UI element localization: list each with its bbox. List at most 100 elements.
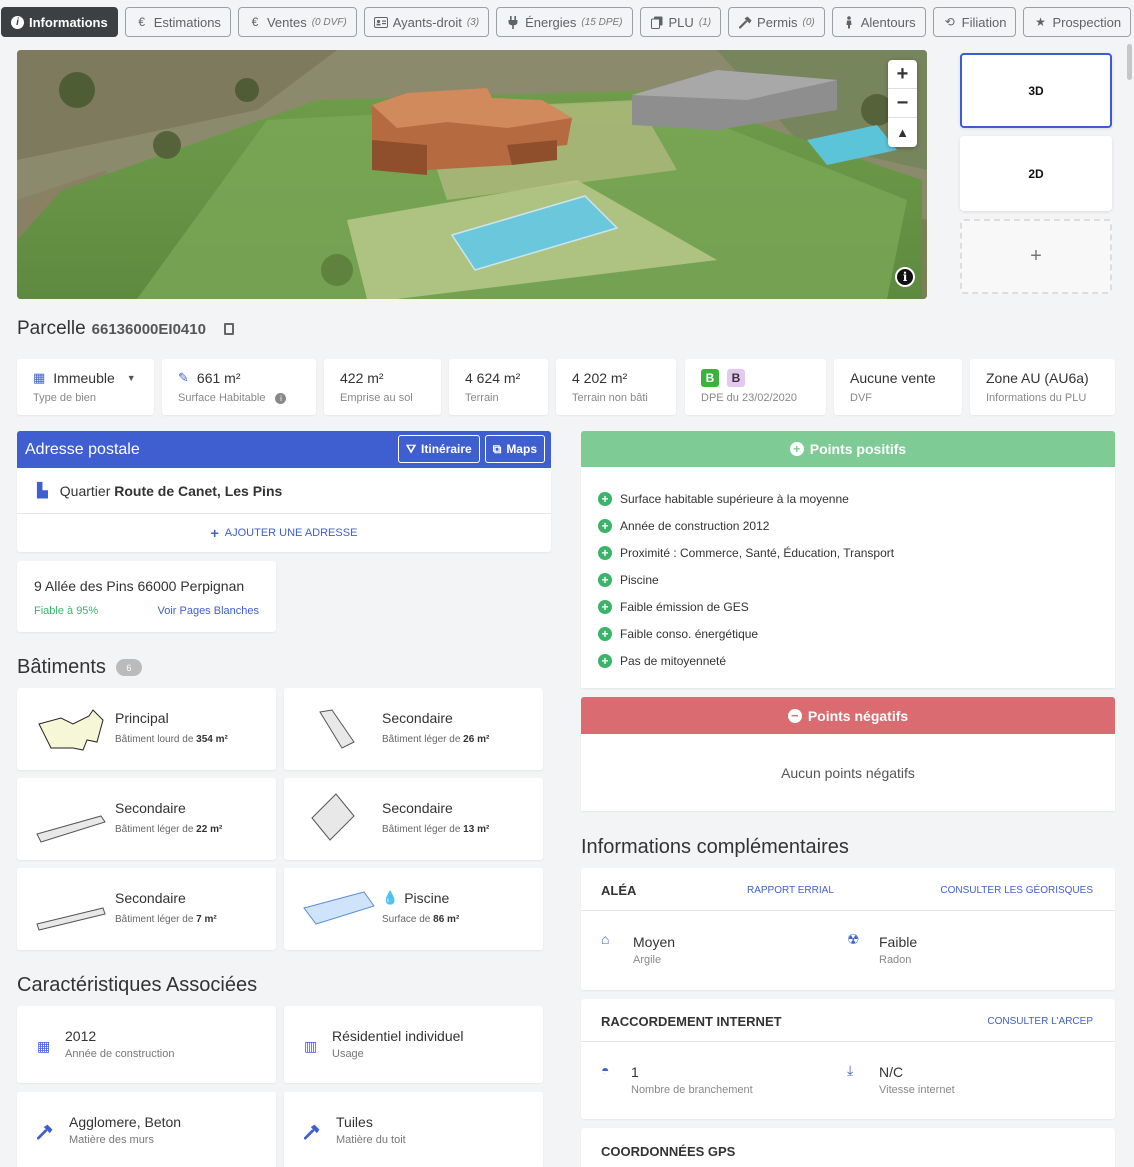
carac-usage: ▥ Résidentiel individuel Usage	[284, 1006, 543, 1083]
batiment-card-secondaire-3[interactable]: Secondaire Bâtiment léger de 13 m²	[284, 778, 543, 860]
points-negatifs-header: − Points négatifs	[581, 697, 1115, 734]
batiment-card-secondaire-1[interactable]: Secondaire Bâtiment léger de 26 m²	[284, 688, 543, 770]
ges-badge: B	[727, 369, 745, 387]
star-icon: ★	[1035, 15, 1046, 29]
zoom-out-button[interactable]: −	[888, 89, 917, 118]
arcep-link[interactable]: CONSULTER L'ARCEP	[987, 1016, 1093, 1027]
carac-toit: Tuiles Matière du toit	[284, 1092, 543, 1167]
zoom-in-button[interactable]: +	[888, 60, 917, 89]
house-icon: ⌂	[601, 931, 610, 947]
map-info-icon[interactable]: i	[895, 267, 915, 287]
list-item: + Pas de mitoyenneté	[581, 647, 1115, 674]
view-2d-button[interactable]: 2D	[960, 136, 1112, 211]
tab-permis[interactable]: Permis (0)	[728, 7, 825, 37]
view-3d-button[interactable]: 3D	[960, 53, 1112, 128]
download-icon: ⤓	[847, 1062, 854, 1078]
stat-type-de-bien[interactable]: ▦ Immeuble ▼ Type de bien	[17, 359, 154, 415]
caret-down-icon: ▼	[126, 373, 136, 383]
rapport-errial-link[interactable]: RAPPORT ERRIAL	[747, 885, 834, 896]
map-3d-view[interactable]: + − ▲ i	[17, 50, 927, 299]
tab-energies[interactable]: Énergies (15 DPE)	[496, 7, 633, 37]
parcelle-id: 66136000EI0410	[91, 321, 206, 338]
stat-terrain: 4 624 m² Terrain	[449, 359, 548, 415]
tab-ayants-droit[interactable]: Ayants-droit (3)	[363, 7, 490, 37]
pages-blanches-link[interactable]: Voir Pages Blanches	[157, 605, 259, 617]
euro-icon: €	[138, 15, 146, 29]
internet-card: RACCORDEMENT INTERNET CONSULTER L'ARCEP …	[581, 999, 1115, 1119]
batiment-card-secondaire-4[interactable]: Secondaire Bâtiment léger de 7 m²	[17, 868, 276, 950]
building-icon: ▦	[33, 370, 46, 385]
building-footprint-icon	[311, 793, 355, 841]
add-view-button[interactable]: +	[960, 219, 1112, 294]
batiment-card-piscine[interactable]: 💧 Piscine Surface de 86 m²	[284, 868, 543, 950]
carac-annee: ▦ 2012 Année de construction	[17, 1006, 276, 1083]
stat-dvf: Aucune vente DVF	[834, 359, 962, 415]
list-item: + Faible conso. énergétique	[581, 620, 1115, 647]
building-footprint-icon	[36, 815, 106, 843]
history-icon: ⟲	[944, 15, 955, 29]
minus-circle-icon: −	[787, 708, 802, 723]
scrollbar-thumb[interactable]	[1127, 44, 1132, 80]
copy-icon	[650, 16, 664, 29]
tab-bar: i Informations € Estimations € Ventes (0 DVF…	[1, 7, 1132, 37]
id-card-icon	[373, 16, 388, 28]
compass-button[interactable]: ▲	[888, 118, 917, 147]
tab-plu[interactable]: PLU (1)	[639, 7, 722, 37]
plus-circle-icon: +	[598, 545, 612, 560]
parcelle-label: Parcelle	[17, 318, 86, 339]
alea-card: ALÉA RAPPORT ERRIAL CONSULTER LES GÉORIS…	[581, 868, 1115, 990]
itineraire-button[interactable]: ⛛ Itinéraire	[397, 435, 480, 463]
plus-circle-icon: +	[598, 572, 612, 587]
tab-ventes[interactable]: € Ventes (0 DVF)	[237, 7, 357, 37]
plug-icon	[506, 15, 520, 29]
plus-circle-icon: +	[598, 599, 612, 614]
caracteristiques-heading: Caractéristiques Associées	[17, 974, 258, 996]
maps-button[interactable]: ⧉ Maps	[484, 435, 545, 463]
add-address-button[interactable]: + AJOUTER UNE ADRESSE	[17, 514, 551, 552]
building-footprint-icon	[38, 709, 104, 751]
stat-terrain-non-bati: 4 202 m² Terrain non bâti	[556, 359, 676, 415]
building-icon: ▥	[304, 1038, 318, 1054]
tab-filiation[interactable]: ⟲ Filiation	[932, 7, 1017, 37]
list-item: + Surface habitable supérieure à la moyen…	[581, 485, 1115, 512]
quartier-row: ▙ Quartier Route de Canet, Les Pins	[17, 468, 551, 514]
dpe-badge: B	[701, 369, 719, 387]
list-item: + Année de construction 2012	[581, 512, 1115, 539]
edit-icon[interactable]: ✎	[178, 370, 189, 386]
points-positifs-list: + Surface habitable supérieure à la moyen…	[581, 467, 1115, 688]
building-footprint-icon	[319, 709, 355, 749]
batiment-card-secondaire-2[interactable]: Secondaire Bâtiment léger de 22 m²	[17, 778, 276, 860]
adresse-header: Adresse postale ⛛ Itinéraire ⧉ Maps	[17, 431, 551, 468]
tab-estimations[interactable]: € Estimations	[124, 7, 231, 37]
points-positifs-header: + Points positifs	[581, 431, 1115, 467]
hammer-icon	[36, 1124, 53, 1143]
stat-emprise: 422 m² Emprise au sol	[324, 359, 441, 415]
georisques-link[interactable]: CONSULTER LES GÉORISQUES	[940, 885, 1093, 896]
tab-informations[interactable]: i Informations	[1, 7, 118, 37]
info-icon: i	[11, 15, 24, 29]
euro-icon: €	[251, 15, 259, 29]
road-icon: ⛛	[405, 441, 417, 456]
aerial-map-image	[17, 50, 927, 299]
list-item: + Faible émission de GES	[581, 593, 1115, 620]
plus-circle-icon: +	[789, 442, 804, 456]
hammer-icon	[738, 16, 752, 29]
stat-plu: Zone AU (AU6a) Informations du PLU	[970, 359, 1115, 415]
stat-dpe[interactable]: B B DPE du 23/02/2020	[685, 359, 826, 415]
plus-circle-icon: +	[598, 653, 612, 668]
building-footprint-icon	[36, 907, 106, 931]
batiments-heading: Bâtiments 6	[17, 656, 142, 679]
zoom-controls: + − ▲	[888, 60, 917, 147]
hammer-icon	[303, 1124, 320, 1143]
plus-icon: +	[210, 525, 219, 541]
batiment-card-principal[interactable]: Principal Bâtiment lourd de 354 m²	[17, 688, 276, 770]
info-circle-icon[interactable]: i	[275, 392, 287, 404]
radiation-icon: ☢	[847, 931, 860, 947]
plus-circle-icon: +	[598, 491, 612, 506]
copy-icon[interactable]	[223, 323, 234, 335]
calendar-icon: ▦	[37, 1038, 51, 1054]
external-link-icon: ⧉	[492, 441, 502, 456]
tab-prospection[interactable]: ★ Prospection	[1023, 7, 1132, 37]
tab-alentours[interactable]: Alentours	[831, 7, 926, 37]
address-card: 9 Allée des Pins 66000 Perpignan Fiable …	[17, 561, 276, 632]
